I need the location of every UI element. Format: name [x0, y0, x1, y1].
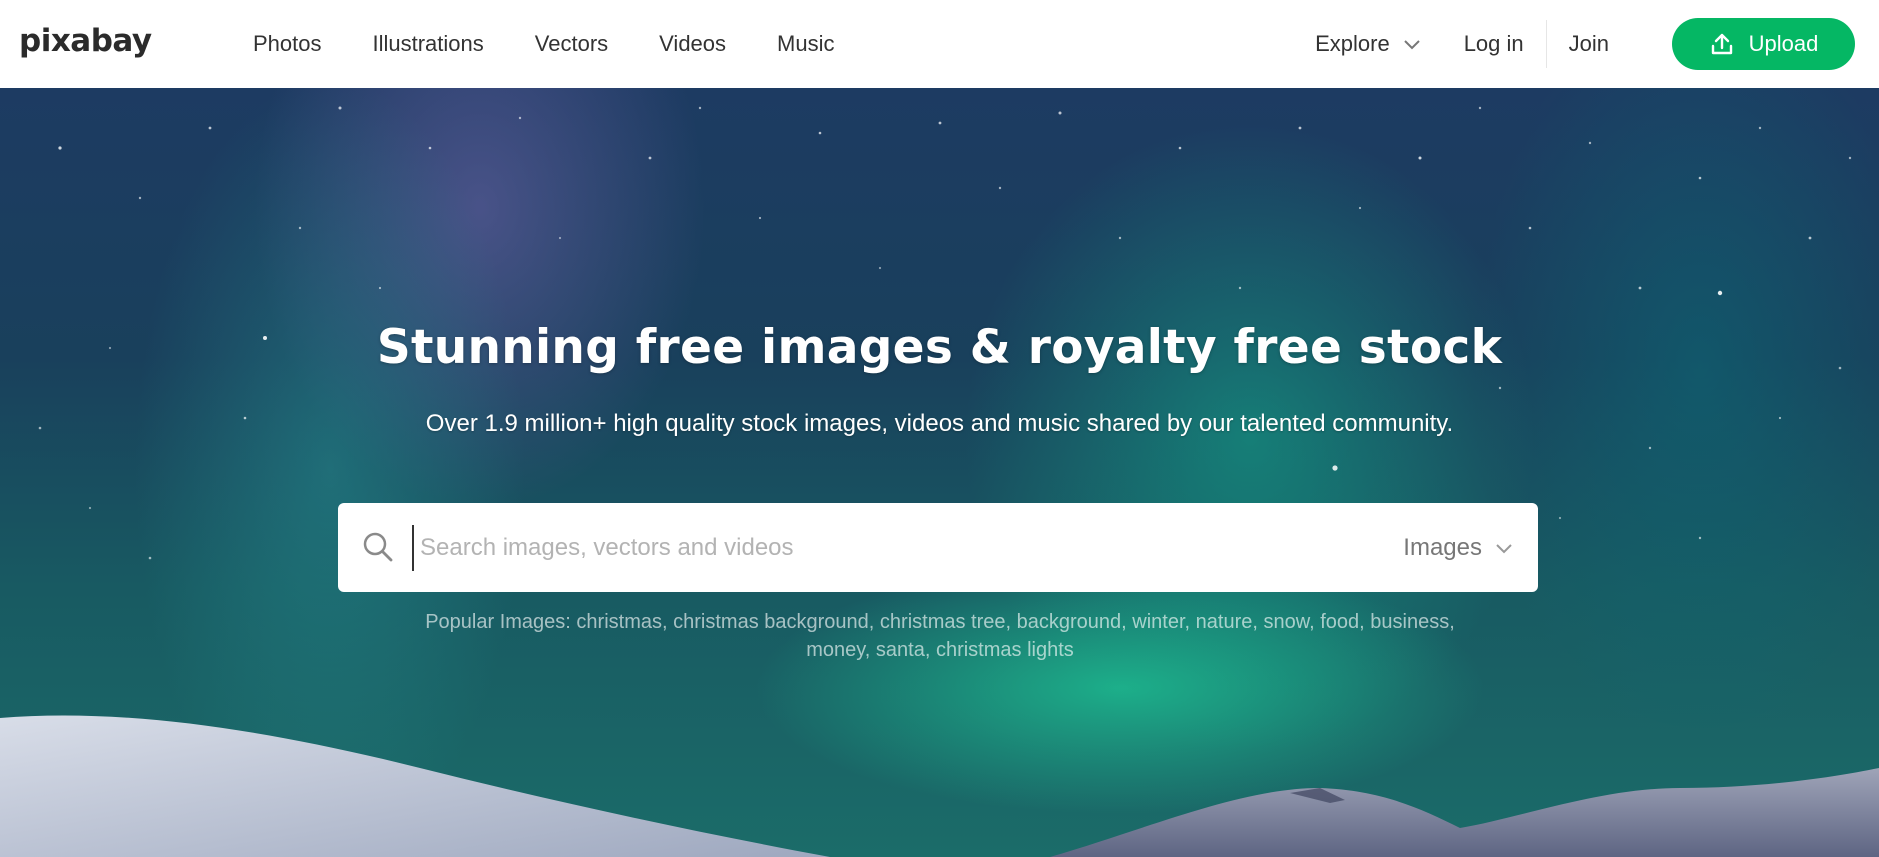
popular-tag[interactable]: background: [1017, 611, 1122, 633]
popular-tag[interactable]: santa: [876, 639, 925, 661]
starry-sky-background: [38, 106, 1852, 560]
explore-label: Explore: [1315, 31, 1390, 56]
media-type-selected: Images: [1403, 533, 1482, 561]
popular-tag[interactable]: christmas background: [673, 611, 869, 633]
popular-tag[interactable]: christmas lights: [936, 639, 1074, 661]
nav-item-videos[interactable]: Videos: [659, 31, 726, 57]
logo-wordmark: pixabay: [19, 25, 152, 59]
upload-button[interactable]: Upload: [1672, 18, 1855, 70]
nav-item-vectors[interactable]: Vectors: [535, 31, 608, 57]
hero-banner: Stunning free images & royalty free stoc…: [0, 88, 1879, 857]
search-bar: Images: [338, 503, 1538, 592]
chevron-down-icon: [1403, 40, 1420, 50]
main-nav: Photos Illustrations Vectors Videos Musi…: [253, 0, 885, 88]
media-type-select[interactable]: Images: [1403, 503, 1514, 592]
popular-tag[interactable]: christmas: [576, 611, 662, 633]
pixabay-logo[interactable]: pixabay: [19, 22, 153, 62]
nav-item-illustrations[interactable]: Illustrations: [373, 31, 484, 57]
search-input[interactable]: [412, 525, 1292, 571]
upload-icon: [1711, 33, 1732, 55]
popular-prefix: Popular Images:: [425, 611, 571, 633]
login-link[interactable]: Log in: [1464, 31, 1546, 57]
popular-tag[interactable]: christmas tree: [880, 611, 1006, 633]
popular-tag[interactable]: business: [1370, 611, 1449, 633]
popular-tag[interactable]: nature: [1196, 611, 1253, 633]
popular-tag[interactable]: food: [1320, 611, 1359, 633]
popular-tag[interactable]: snow: [1264, 611, 1310, 633]
chevron-down-icon: [1496, 543, 1512, 553]
explore-menu[interactable]: Explore: [1315, 31, 1422, 57]
nav-item-photos[interactable]: Photos: [253, 31, 322, 57]
popular-searches: Popular Images: christmas, christmas bac…: [425, 611, 1455, 661]
search-icon[interactable]: [360, 529, 396, 565]
popular-tag[interactable]: money: [806, 639, 865, 661]
account-nav: Explore Log in Join Upload: [1315, 0, 1855, 88]
popular-tag[interactable]: winter: [1132, 611, 1184, 633]
top-header: pixabay Photos Illustrations Vectors Vid…: [0, 0, 1879, 88]
snowy-mountains-background: [0, 715, 1879, 857]
nav-item-music[interactable]: Music: [777, 31, 834, 57]
join-link[interactable]: Join: [1547, 31, 1609, 57]
hero-subtitle: Over 1.9 million+ high quality stock ima…: [425, 410, 1454, 437]
hero-title: Stunning free images & royalty free stoc…: [376, 320, 1503, 375]
upload-label: Upload: [1748, 31, 1819, 56]
